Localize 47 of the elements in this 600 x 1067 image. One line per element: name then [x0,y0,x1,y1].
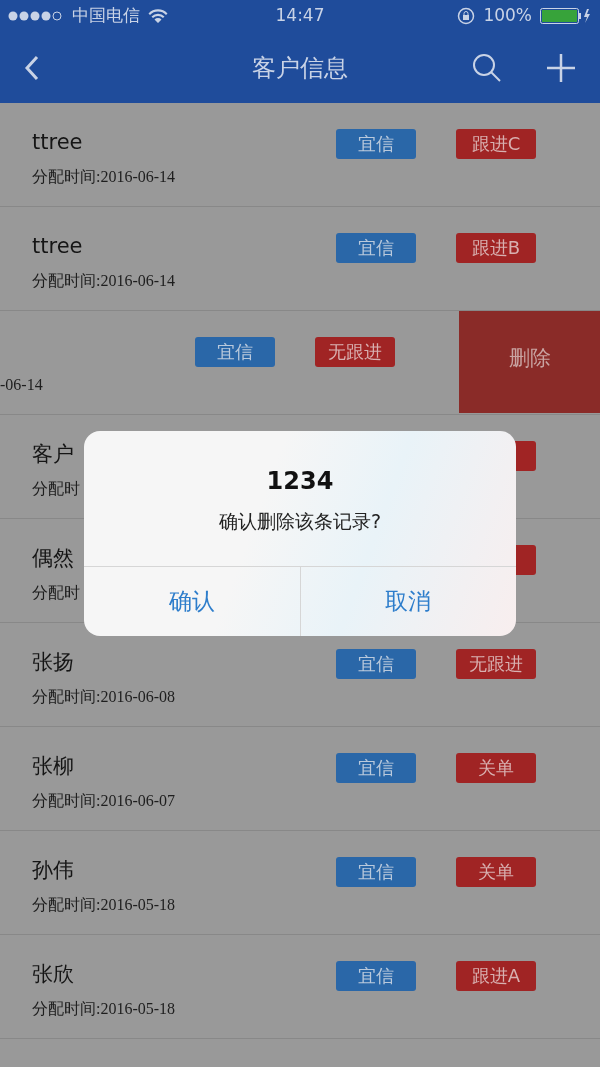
status-tag: 无跟进 [315,336,395,367]
source-tag: 宜信 [336,752,416,783]
status-tag: 跟进A [456,960,536,991]
battery-icon [540,8,592,24]
assign-date: 分配时间:2016-05-18 [32,998,176,1019]
source-tag: 宜信 [336,232,416,263]
status-tag: 关单 [456,856,536,887]
customer-name: 张柳 [32,752,74,780]
assign-date: 分配时间:2016-06-14 [32,166,176,187]
dialog-message: 确认删除该条记录? [217,509,383,534]
back-icon[interactable] [24,54,40,81]
dialog-title: 1234 [265,466,335,497]
assign-date: 分配时间:2016-06-08 [32,686,176,707]
add-icon[interactable] [546,52,576,83]
customer-name: 张扬 [32,648,74,676]
source-tag: 宜信 [336,960,416,991]
source-tag: 宜信 [336,856,416,887]
customer-name: 客户 [32,440,74,468]
status-tag: 跟进B [456,232,536,263]
assign-date: -06-14 [0,374,43,395]
source-tag: 宜信 [336,128,416,159]
assign-date: 分配时间:2016-06-14 [32,270,176,291]
assign-date: 分配时间:2016-06-07 [32,790,176,811]
search-icon[interactable] [472,52,502,83]
assign-date: 分配时 [32,478,80,499]
status-tag: 跟进C [456,128,536,159]
carrier-name: 中国电信 [72,4,140,28]
battery-percent: 100% [483,4,532,28]
customer-name: 偶然 [32,544,74,572]
customer-name: 孙伟 [32,856,74,884]
assign-date: 分配时 [32,582,80,603]
signal-icon [8,10,64,22]
clock-time: 14:47 [275,5,325,26]
delete-button[interactable]: 删除 [459,311,600,413]
dialog-button[interactable]: 确认 [84,567,300,636]
source-tag: 宜信 [195,336,275,367]
source-tag: 宜信 [336,648,416,679]
customer-name: ttree [32,232,83,260]
status-tag: 无跟进 [456,648,536,679]
dialog-button[interactable]: 取消 [299,567,516,636]
customer-name: 张欣 [32,960,74,988]
wifi-icon [148,8,168,24]
assign-date: 分配时间:2016-05-18 [32,894,176,915]
page-title: 客户信息 [252,53,348,82]
rotation-lock-icon [457,7,476,25]
customer-name: ttree [32,128,83,156]
status-tag: 关单 [456,752,536,783]
